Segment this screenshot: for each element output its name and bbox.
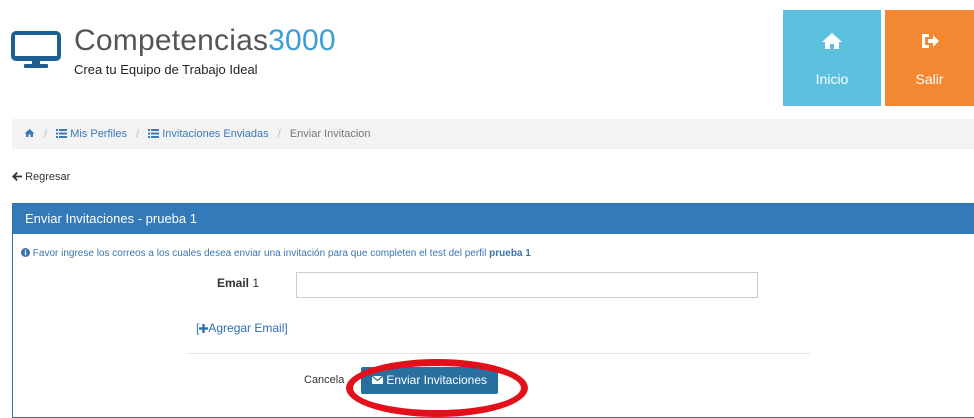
- brand-number: 3000: [268, 24, 336, 57]
- back-link-label: Regresar: [25, 171, 71, 183]
- highlight-circle: [346, 359, 528, 417]
- invitation-panel: Enviar Invitaciones - prueba 1 Favor ing…: [12, 203, 974, 418]
- breadcrumb-mis-perfiles[interactable]: Mis Perfiles: [56, 128, 127, 140]
- info-profile-name: prueba 1: [489, 248, 531, 259]
- add-email-link[interactable]: [Agregar Email]: [196, 321, 288, 335]
- back-link[interactable]: Regresar: [12, 171, 70, 183]
- breadcrumb-separator: /: [277, 128, 281, 140]
- salir-label: Salir: [915, 71, 944, 87]
- app-tagline: Crea tu Equipo de Trabajo Ideal: [74, 62, 258, 77]
- inicio-label: Inicio: [815, 71, 849, 87]
- monitor-icon: [10, 30, 62, 75]
- form-divider: [187, 353, 810, 354]
- home-icon: [783, 32, 881, 53]
- panel-title: Enviar Invitaciones - prueba 1: [13, 204, 974, 234]
- list-icon: [148, 120, 160, 150]
- arrow-left-icon: [12, 171, 22, 183]
- breadcrumb-home-icon[interactable]: [24, 128, 38, 140]
- breadcrumb-separator: /: [44, 128, 48, 140]
- breadcrumb: / Mis Perfiles / Invitaciones Enviadas /…: [12, 119, 974, 149]
- plus-icon: [199, 321, 209, 335]
- breadcrumb-invitaciones-enviadas[interactable]: Invitaciones Enviadas: [148, 128, 269, 140]
- email-label-index: 1: [252, 276, 260, 290]
- brand-name: Competencias: [74, 24, 269, 57]
- inicio-button[interactable]: Inicio: [783, 10, 881, 106]
- breadcrumb-separator: /: [136, 128, 140, 140]
- logout-icon: [885, 32, 974, 53]
- email-label-text: Email: [217, 276, 250, 290]
- email-field[interactable]: [296, 272, 758, 298]
- info-message: Favor ingrese los correos a los cuales d…: [21, 248, 531, 259]
- breadcrumb-label: Mis Perfiles: [70, 128, 128, 140]
- app-logo-text: Competencias3000: [74, 24, 336, 58]
- email-label: Email 1: [217, 276, 259, 290]
- list-icon: [56, 120, 68, 150]
- app-header: Competencias3000 Crea tu Equipo de Traba…: [0, 0, 974, 107]
- salir-button[interactable]: Salir: [885, 10, 974, 106]
- info-icon: [21, 248, 30, 259]
- breadcrumb-label: Invitaciones Enviadas: [162, 128, 269, 140]
- cancel-link[interactable]: Cancela: [304, 374, 344, 386]
- add-email-label: Agregar Email]: [208, 321, 288, 335]
- info-text: Favor ingrese los correos a los cuales d…: [32, 248, 490, 259]
- breadcrumb-current: Enviar Invitacion: [289, 128, 371, 140]
